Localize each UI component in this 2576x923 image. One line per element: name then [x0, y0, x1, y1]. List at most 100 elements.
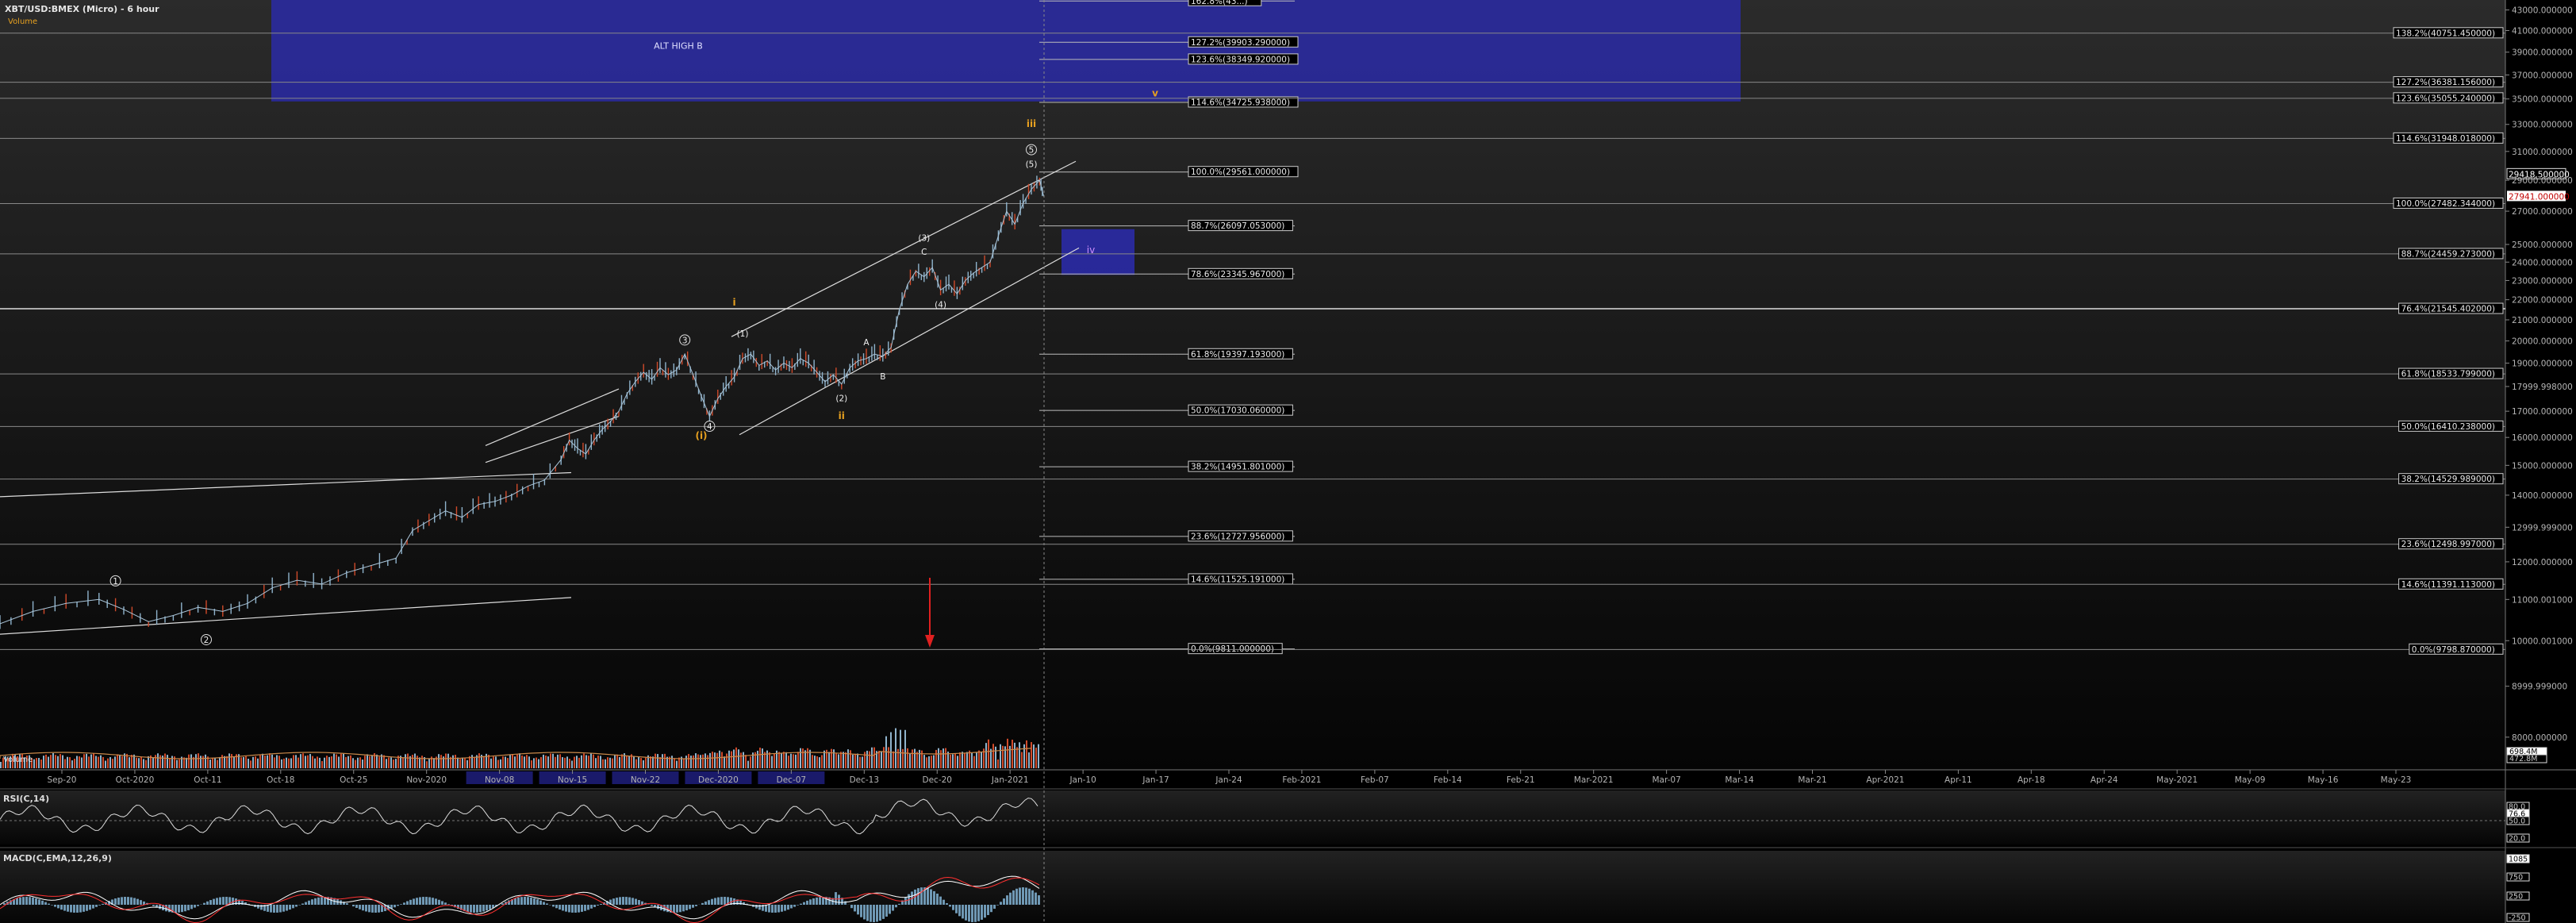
volume-bar: [612, 758, 613, 768]
volume-bar: [57, 756, 59, 768]
macd-hist-bar: [394, 905, 396, 908]
current-price-label: 27941.000000: [2509, 192, 2570, 202]
volume-bar: [588, 756, 589, 768]
macd-hist-bar: [689, 905, 691, 910]
macd-hist-bar: [95, 905, 98, 907]
macd-hist-bar: [552, 905, 555, 907]
fib-left-label-9: 114.6%(34725.938000): [1191, 98, 1290, 107]
volume-bar: [645, 757, 647, 768]
fib-right-label-9: 38.2%(14529.989000): [2401, 475, 2495, 484]
volume-bar: [359, 757, 361, 768]
time-tick-label-3: Oct-18: [267, 775, 294, 785]
macd-hist-bar: [486, 905, 488, 911]
macd-hist-bar: [787, 905, 789, 910]
macd-hist-bar: [578, 905, 580, 913]
rsi-axis-label-2: 50.0: [2509, 817, 2525, 826]
macd-hist-bar: [403, 902, 405, 905]
macd-hist-bar: [432, 898, 434, 905]
macd-hist-bar: [1009, 892, 1012, 905]
volume-bar: [445, 753, 447, 768]
volume-bar: [64, 759, 66, 768]
macd-hist-bar: [117, 898, 120, 905]
volume-bar: [457, 757, 459, 768]
volume-bar: [143, 759, 144, 768]
macd-hist-bar: [476, 905, 478, 913]
macd-hist-bar: [286, 905, 288, 911]
macd-hist-bar: [844, 901, 847, 905]
time-tick-label-22: Mar-07: [1652, 775, 1680, 785]
chart-svg: ALT HIGH B i v 100.0%(29561.000000) 88.7%(2…: [0, 0, 2576, 923]
volume-bar: [252, 756, 254, 768]
volume-bar: [1038, 744, 1039, 768]
macd-hist-bar: [857, 905, 859, 915]
volume-bar: [119, 755, 121, 768]
volume-bar: [74, 759, 75, 768]
fib-left-label-2: 78.6%(23345.967000): [1191, 270, 1284, 279]
volume-bar: [935, 749, 937, 768]
volume-bar: [726, 753, 727, 768]
volume-bar: [474, 756, 475, 768]
volume-bar: [724, 756, 725, 768]
volume-bar: [847, 749, 849, 768]
price-tick-label-22: 35000.000000: [2512, 95, 2573, 105]
macd-hist-bar: [447, 904, 450, 905]
volume-bar: [785, 752, 787, 768]
volume-bar: [590, 753, 592, 768]
volume-bar: [731, 751, 732, 768]
macd-hist-bar: [92, 905, 94, 909]
volume-bar: [1031, 742, 1032, 768]
macd-hist-bar: [441, 901, 443, 905]
macd-hist-bar: [530, 897, 532, 905]
volume-bar: [500, 759, 501, 768]
macd-hist-bar: [67, 905, 69, 912]
price-tick-label-5: 12999.999000: [2512, 523, 2573, 533]
macd-hist-bar: [885, 905, 888, 917]
volume-bar: [62, 755, 63, 768]
volume-bar: [566, 756, 568, 768]
macd-hist-bar: [946, 903, 948, 905]
volume-bar: [671, 756, 673, 768]
price-tick-label-18: 27000.000000: [2512, 207, 2573, 217]
volume-bar: [1035, 748, 1037, 768]
macd-hist-bar: [1022, 887, 1024, 905]
macd-hist-bar: [321, 897, 323, 905]
price-tick-label-17: 25000.000000: [2512, 240, 2573, 250]
volume-bar: [67, 756, 68, 768]
volume-bar: [912, 749, 913, 768]
volume-bar: [609, 757, 611, 768]
volume-bar: [300, 754, 301, 768]
macd-hist-bar: [365, 905, 367, 912]
fib-right-label-0: 138.2%(40751.450000): [2396, 29, 2495, 38]
price-tick-label-25: 41000.000000: [2512, 26, 2573, 36]
macd-hist-bar: [136, 898, 139, 905]
volume-bar: [688, 754, 689, 768]
price-tick-label-21: 33000.000000: [2512, 121, 2573, 130]
volume-bar: [86, 753, 87, 768]
macd-hist-bar: [317, 897, 320, 905]
macd-hist-bar: [546, 903, 548, 905]
volume-bar: [98, 756, 99, 768]
macd-hist-bar: [974, 905, 977, 922]
volume-bar: [109, 756, 111, 768]
wave-label-0: 1: [113, 577, 118, 586]
time-tick-label-12: Dec-20: [923, 775, 952, 785]
volume-bar: [69, 757, 71, 768]
macd-hist-bar: [114, 898, 117, 905]
macd-hist-bar: [489, 905, 491, 910]
macd-hist-bar: [774, 905, 777, 913]
macd-hist-bar: [981, 905, 983, 920]
macd-hist-bar: [48, 903, 50, 905]
macd-hist-bar: [711, 898, 713, 905]
volume-bar: [942, 748, 944, 768]
price-tick-label-23: 37000.000000: [2512, 71, 2573, 80]
volume-bar: [659, 757, 661, 768]
volume-bar: [257, 758, 259, 768]
volume-bar: [564, 757, 566, 768]
macd-hist-bar: [406, 901, 409, 905]
fib-right-label-3: 114.6%(31948.018000): [2396, 134, 2495, 144]
macd-hist-bar: [400, 904, 402, 905]
volume-bar: [471, 755, 473, 768]
fib-left-label-12: 162.8%(43...): [1191, 0, 1248, 6]
volume-bar: [562, 757, 563, 768]
macd-hist-bar: [102, 903, 104, 905]
